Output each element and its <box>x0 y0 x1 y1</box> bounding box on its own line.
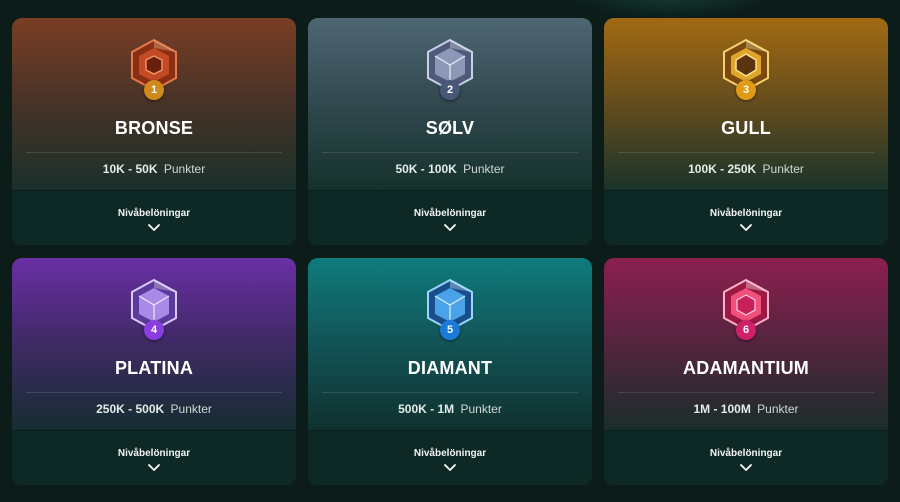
divider <box>322 152 578 153</box>
rewards-toggle[interactable]: Nivåbelöningar <box>308 430 592 485</box>
points-value: 10K - 50K <box>102 162 158 176</box>
rewards-toggle[interactable]: Nivåbelöningar <box>604 190 888 245</box>
tier-badge: 5 <box>422 276 478 348</box>
level-number: 3 <box>736 80 756 100</box>
points-value: 500K - 1M <box>398 402 455 416</box>
divider <box>322 392 578 393</box>
rewards-toggle[interactable]: Nivåbelöningar <box>12 190 296 245</box>
tier-badge: 4 <box>126 276 182 348</box>
chevron-down-icon <box>148 224 160 231</box>
rewards-label: Nivåbelöningar <box>709 208 783 219</box>
tier-card-solv: 2 SØLV 50K - 100K Punkter Nivåbelöningar <box>308 18 592 245</box>
points-range: 1M - 100M Punkter <box>693 402 798 416</box>
points-unit: Punkter <box>757 402 799 416</box>
points-value: 250K - 500K <box>96 402 165 416</box>
divider <box>26 152 282 153</box>
chevron-down-icon <box>740 224 752 231</box>
rewards-label: Nivåbelöningar <box>117 448 191 459</box>
points-range: 100K - 250K Punkter <box>688 162 804 176</box>
level-number: 4 <box>144 320 164 340</box>
tier-header: 6 ADAMANTIUM 1M - 100M Punkter <box>604 258 888 430</box>
tier-badge: 6 <box>718 276 774 348</box>
level-number: 1 <box>144 80 164 100</box>
points-value: 100K - 250K <box>688 162 757 176</box>
chevron-down-icon <box>740 464 752 471</box>
tier-badge: 2 <box>422 36 478 108</box>
chevron-down-icon <box>148 464 160 471</box>
points-value: 50K - 100K <box>395 162 457 176</box>
rewards-toggle[interactable]: Nivåbelöningar <box>308 190 592 245</box>
chevron-down-icon <box>444 224 456 231</box>
tier-badge: 1 <box>126 36 182 108</box>
points-unit: Punkter <box>170 402 212 416</box>
tier-header: 4 PLATINA 250K - 500K Punkter <box>12 258 296 430</box>
tier-name: BRONSE <box>114 118 194 138</box>
tier-header: 3 GULL 100K - 250K Punkter <box>604 18 888 190</box>
chevron-down-icon <box>444 464 456 471</box>
points-range: 50K - 100K Punkter <box>395 162 504 176</box>
tier-name: GULL <box>721 118 771 138</box>
rewards-label: Nivåbelöningar <box>709 448 783 459</box>
tier-name: ADAMANTIUM <box>683 358 809 378</box>
tier-header: 1 BRONSE 10K - 50K Punkter <box>12 18 296 190</box>
tier-name: SØLV <box>425 118 475 138</box>
points-unit: Punkter <box>460 402 502 416</box>
rewards-label: Nivåbelöningar <box>413 448 487 459</box>
rewards-label: Nivåbelöningar <box>117 208 191 219</box>
level-number: 2 <box>440 80 460 100</box>
tier-card-diamant: 5 DIAMANT 500K - 1M Punkter Nivåbelöning… <box>308 258 592 485</box>
tier-header: 2 SØLV 50K - 100K Punkter <box>308 18 592 190</box>
tier-card-adamantium: 6 ADAMANTIUM 1M - 100M Punkter Nivåbelön… <box>604 258 888 485</box>
divider <box>618 152 874 153</box>
tier-name: PLATINA <box>114 358 194 378</box>
tier-card-bronse: 1 BRONSE 10K - 50K Punkter Nivåbelöninga… <box>12 18 296 245</box>
divider <box>26 392 282 393</box>
background-glow <box>560 0 780 20</box>
points-value: 1M - 100M <box>693 402 751 416</box>
level-number: 5 <box>440 320 460 340</box>
points-unit: Punkter <box>762 162 804 176</box>
rewards-toggle[interactable]: Nivåbelöningar <box>12 430 296 485</box>
points-range: 250K - 500K Punkter <box>96 402 212 416</box>
tier-header: 5 DIAMANT 500K - 1M Punkter <box>308 258 592 430</box>
points-range: 500K - 1M Punkter <box>398 402 502 416</box>
tier-card-gull: 3 GULL 100K - 250K Punkter Nivåbelöninga… <box>604 18 888 245</box>
tier-badge: 3 <box>718 36 774 108</box>
tier-name: DIAMANT <box>407 358 493 378</box>
tier-grid: 1 BRONSE 10K - 50K Punkter Nivåbelöninga… <box>12 18 888 485</box>
rewards-toggle[interactable]: Nivåbelöningar <box>604 430 888 485</box>
points-unit: Punkter <box>163 162 206 176</box>
level-number: 6 <box>736 320 756 340</box>
tier-card-platina: 4 PLATINA 250K - 500K Punkter Nivåbelöni… <box>12 258 296 485</box>
points-range: 10K - 50K Punkter <box>103 162 205 176</box>
points-unit: Punkter <box>463 162 505 176</box>
rewards-label: Nivåbelöningar <box>413 208 487 219</box>
divider <box>618 392 874 393</box>
